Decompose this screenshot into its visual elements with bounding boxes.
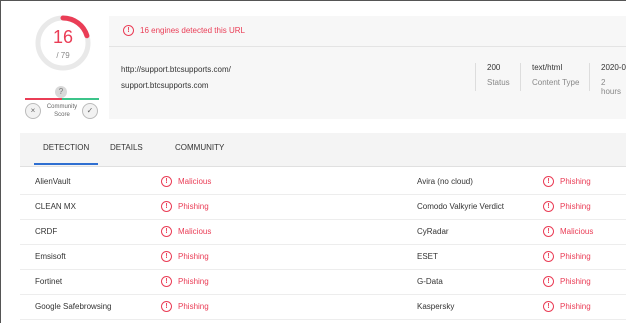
engine-result: ! Phishing — [161, 251, 209, 262]
alert-circle-icon: ! — [161, 276, 172, 287]
engine-name: Comodo Valkyrie Verdict — [417, 202, 504, 211]
detection-alert: ! 16 engines detected this URL — [123, 25, 245, 36]
community-score-bar — [25, 98, 99, 100]
detection-row: Google Safebrowsing ! Phishing Kaspersky … — [20, 294, 626, 320]
header-divider — [109, 46, 626, 47]
alert-circle-icon: ! — [123, 25, 134, 36]
result-label: Phishing — [178, 302, 209, 311]
alert-circle-icon: ! — [161, 176, 172, 187]
engine-result: ! Phishing — [543, 301, 591, 312]
alert-circle-icon: ! — [543, 176, 554, 187]
date-value: 2020-0 — [601, 63, 626, 72]
status-label: Status — [487, 78, 510, 87]
engine-name: AlienVault — [35, 177, 71, 186]
engine-name: CLEAN MX — [35, 202, 76, 211]
result-label: Phishing — [560, 277, 591, 286]
result-label: Malicious — [178, 227, 212, 236]
engine-name: ESET — [417, 252, 438, 261]
detection-row: Fortinet ! Phishing G-Data ! Phishing — [20, 269, 626, 295]
detection-score-ring: 16 / 79 — [33, 13, 93, 73]
detection-row: CLEAN MX ! Phishing Comodo Valkyrie Verdi… — [20, 194, 626, 220]
active-tab-indicator — [34, 163, 98, 165]
result-label: Phishing — [560, 202, 591, 211]
engine-result: ! Phishing — [543, 276, 591, 287]
community-label-line2: Score — [54, 112, 70, 118]
detection-row: Emsisoft ! Phishing ESET ! Phishing — [20, 244, 626, 270]
total-engines: / 79 — [56, 51, 70, 60]
tab-bar: DETECTION DETAILS COMMUNITY — [20, 133, 626, 167]
result-label: Phishing — [560, 177, 591, 186]
engine-name: Fortinet — [35, 277, 63, 286]
engine-result: ! Malicious — [161, 226, 211, 237]
engine-result: ! Phishing — [543, 201, 591, 212]
engine-name: Google Safebrowsing — [35, 302, 112, 311]
result-label: Malicious — [178, 177, 212, 186]
engine-result: ! Phishing — [161, 301, 209, 312]
engine-name: Emsisoft — [35, 252, 66, 261]
date-label: 2 hours — [601, 78, 622, 96]
stat-divider — [520, 63, 521, 91]
detection-row: CRDF ! Malicious CyRadar ! Malicious — [20, 219, 626, 245]
engine-name: Kaspersky — [417, 302, 455, 311]
engine-result: ! Phishing — [543, 176, 591, 187]
engine-result: ! Phishing — [161, 201, 209, 212]
engine-result: ! Phishing — [161, 276, 209, 287]
alert-circle-icon: ! — [543, 201, 554, 212]
engine-name: CRDF — [35, 227, 58, 236]
stat-divider — [589, 63, 590, 91]
status-value: 200 — [487, 63, 501, 72]
result-label: Phishing — [178, 202, 209, 211]
tab-detection[interactable]: DETECTION — [43, 143, 89, 152]
alert-circle-icon: ! — [543, 251, 554, 262]
vote-harmless-button[interactable]: ✓ — [82, 103, 98, 119]
content-type-value: text/html — [532, 63, 563, 72]
engine-name: Avira (no cloud) — [417, 177, 473, 186]
alert-circle-icon: ! — [161, 301, 172, 312]
engine-result: ! Malicious — [543, 226, 593, 237]
community-score-label: Community Score — [41, 103, 83, 119]
engine-name: CyRadar — [417, 227, 449, 236]
engine-result: ! Phishing — [543, 251, 591, 262]
url-summary-card: ! 16 engines detected this URL http://su… — [109, 16, 626, 119]
result-label: Phishing — [560, 252, 591, 261]
stat-divider — [475, 63, 476, 91]
result-label: Phishing — [560, 302, 591, 311]
scanned-host[interactable]: support.btcsupports.com — [121, 81, 209, 90]
community-question-icon[interactable]: ? — [55, 86, 67, 98]
scanned-url[interactable]: http://support.btcsupports.com/ — [121, 65, 231, 74]
tab-details[interactable]: DETAILS — [110, 143, 143, 152]
detected-count: 16 — [52, 27, 74, 47]
result-label: Phishing — [178, 277, 209, 286]
alert-text: 16 engines detected this URL — [140, 26, 245, 35]
alert-circle-icon: ! — [161, 201, 172, 212]
detection-row: AlienVault ! Malicious Avira (no cloud) !… — [20, 169, 626, 195]
community-label-line1: Community — [46, 104, 78, 110]
result-label: Phishing — [178, 252, 209, 261]
alert-circle-icon: ! — [543, 301, 554, 312]
tab-community[interactable]: COMMUNITY — [175, 143, 224, 152]
alert-circle-icon: ! — [161, 226, 172, 237]
alert-circle-icon: ! — [543, 276, 554, 287]
engine-result: ! Malicious — [161, 176, 211, 187]
alert-circle-icon: ! — [543, 226, 554, 237]
content-type-label: Content Type — [532, 78, 580, 87]
engine-name: G-Data — [417, 277, 443, 286]
result-label: Malicious — [560, 227, 594, 236]
vote-harmful-button[interactable]: × — [25, 103, 41, 119]
alert-circle-icon: ! — [161, 251, 172, 262]
